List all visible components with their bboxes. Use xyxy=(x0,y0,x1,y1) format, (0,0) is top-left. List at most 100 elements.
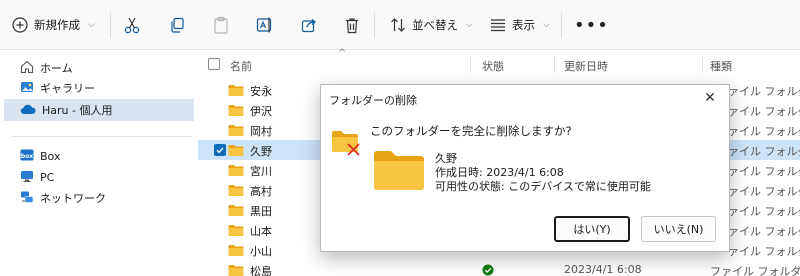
file-name: 黒田 xyxy=(250,205,272,218)
file-name: 山本 xyxy=(250,225,272,238)
rename-icon xyxy=(256,16,274,34)
dialog-availability: 可用性の状態: このデバイスで常に使用可能 xyxy=(435,180,651,193)
file-type: ァイル フォルダー xyxy=(728,185,800,198)
dialog-question: このフォルダーを完全に削除しますか? xyxy=(370,124,572,138)
file-type: ァイル フォルダー xyxy=(728,225,800,238)
view-button-label: 表示 xyxy=(512,18,535,32)
file-type: ァイル フォルダー xyxy=(728,165,800,178)
gallery-icon xyxy=(20,80,34,97)
home-icon xyxy=(20,60,34,77)
file-type: ァイル フォルダー xyxy=(728,145,800,158)
toolbar-divider xyxy=(561,12,562,38)
column-header-row: 名前 ^ 状態 更新日時 種類 xyxy=(198,48,800,77)
sync-status-icon xyxy=(482,264,494,276)
chevron-down-icon: ⌵ xyxy=(88,20,95,30)
folder-icon xyxy=(228,264,244,276)
folder-icon xyxy=(228,224,244,240)
network-icon xyxy=(20,190,34,207)
folder-icon xyxy=(228,144,244,160)
column-header-name[interactable]: 名前 xyxy=(230,58,252,74)
file-type: ァイル フォルダー xyxy=(728,85,800,98)
svg-text:box: box xyxy=(21,153,33,160)
share-button[interactable] xyxy=(301,0,317,50)
file-name: 高村 xyxy=(250,185,272,198)
box-icon: box xyxy=(20,148,34,165)
sort-arrows-icon xyxy=(390,17,406,33)
row-checkbox[interactable] xyxy=(214,144,226,156)
trash-icon xyxy=(344,17,360,34)
select-all-checkbox[interactable] xyxy=(208,58,220,70)
see-more-button[interactable]: ••• xyxy=(574,0,609,50)
file-name: 岡村 xyxy=(250,125,272,138)
file-row[interactable]: 松島 2023/4/1 6:08 ファイル フォルダー xyxy=(198,260,800,276)
dialog-title: フォルダーの削除 xyxy=(329,94,417,107)
column-header-type[interactable]: 種類 xyxy=(710,58,732,74)
file-type: ファイル フォルダー xyxy=(710,265,800,276)
sidebar-item-gallery[interactable]: ギャラリー xyxy=(0,77,196,99)
share-icon xyxy=(301,17,317,33)
file-name: 宮川 xyxy=(250,165,272,178)
folder-icon xyxy=(228,164,244,180)
file-modified: 2023/4/1 6:08 xyxy=(564,263,642,276)
sidebar-item-label: Box xyxy=(40,149,61,163)
sidebar-item-label: ホーム xyxy=(40,62,73,75)
yes-button[interactable]: はい(Y) xyxy=(554,216,630,242)
sort-caret-icon: ^ xyxy=(338,48,347,59)
new-button-label: 新規作成 xyxy=(34,18,80,32)
delete-folder-dialog: フォルダーの削除 ✕ このフォルダーを完全に削除しますか? 久野 作成日時: 2… xyxy=(320,84,730,252)
file-name: 小山 xyxy=(250,245,272,258)
sidebar-item-onedrive[interactable]: Haru - 個人用 xyxy=(4,99,194,121)
view-button[interactable]: 表示 ⌵ xyxy=(490,0,550,50)
folder-icon xyxy=(228,244,244,260)
folder-icon xyxy=(228,124,244,140)
sidebar-item-label: PC xyxy=(40,170,55,184)
no-button[interactable]: いいえ(N) xyxy=(641,216,716,242)
chevron-down-icon: ⌵ xyxy=(543,20,550,30)
new-button[interactable]: 新規作成 ⌵ xyxy=(12,0,95,50)
file-type: ァイル フォルダー xyxy=(728,205,800,218)
sidebar-item-label: ギャラリー xyxy=(40,82,95,95)
folder-icon xyxy=(373,149,425,194)
delete-button[interactable] xyxy=(344,0,360,50)
sort-button-label: 並べ替え xyxy=(412,18,458,32)
sidebar-item-network[interactable]: ネットワーク xyxy=(0,187,196,209)
file-type: ァイル フォルダー xyxy=(728,105,800,118)
column-divider[interactable] xyxy=(554,55,555,73)
column-header-status[interactable]: 状態 xyxy=(482,58,504,74)
column-divider[interactable] xyxy=(702,55,703,73)
list-view-icon xyxy=(490,18,506,32)
rename-button[interactable] xyxy=(256,0,274,50)
toolbar-divider xyxy=(110,12,111,38)
folder-delete-icon xyxy=(331,127,363,160)
command-bar: 新規作成 ⌵ 並べ替え ⌵ 表示 ⌵ ••• xyxy=(0,0,800,50)
copy-button[interactable] xyxy=(169,0,185,50)
file-name: 安永 xyxy=(250,85,272,98)
sidebar-divider xyxy=(12,136,192,137)
pc-icon xyxy=(20,169,34,186)
file-type: ァイル フォルダー xyxy=(728,125,800,138)
navigation-pane: ホーム ギャラリー Haru - 個人用 box Box PC ネットワーク xyxy=(0,51,196,276)
paste-button[interactable] xyxy=(213,0,229,50)
folder-icon xyxy=(228,204,244,220)
sidebar-item-label: ネットワーク xyxy=(40,192,106,205)
close-icon[interactable]: ✕ xyxy=(697,87,723,109)
chevron-down-icon: ⌵ xyxy=(466,20,473,30)
column-header-modified[interactable]: 更新日時 xyxy=(564,58,608,74)
sidebar-item-box[interactable]: box Box xyxy=(0,145,196,167)
scissors-icon xyxy=(124,16,140,34)
folder-icon xyxy=(228,84,244,100)
file-name: 松島 xyxy=(250,265,272,276)
sidebar-item-pc[interactable]: PC xyxy=(0,166,196,188)
sidebar-item-label: Haru - 個人用 xyxy=(42,104,113,117)
folder-icon xyxy=(228,104,244,120)
sidebar-item-home[interactable]: ホーム xyxy=(0,57,196,79)
column-divider[interactable] xyxy=(470,55,471,73)
clipboard-icon xyxy=(213,16,229,34)
file-name: 伊沢 xyxy=(250,105,272,118)
plus-circle-icon xyxy=(12,17,28,33)
file-name: 久野 xyxy=(250,145,272,158)
sort-button[interactable]: 並べ替え ⌵ xyxy=(390,0,473,50)
copy-icon xyxy=(169,17,185,33)
cut-button[interactable] xyxy=(124,0,140,50)
folder-icon xyxy=(228,184,244,200)
